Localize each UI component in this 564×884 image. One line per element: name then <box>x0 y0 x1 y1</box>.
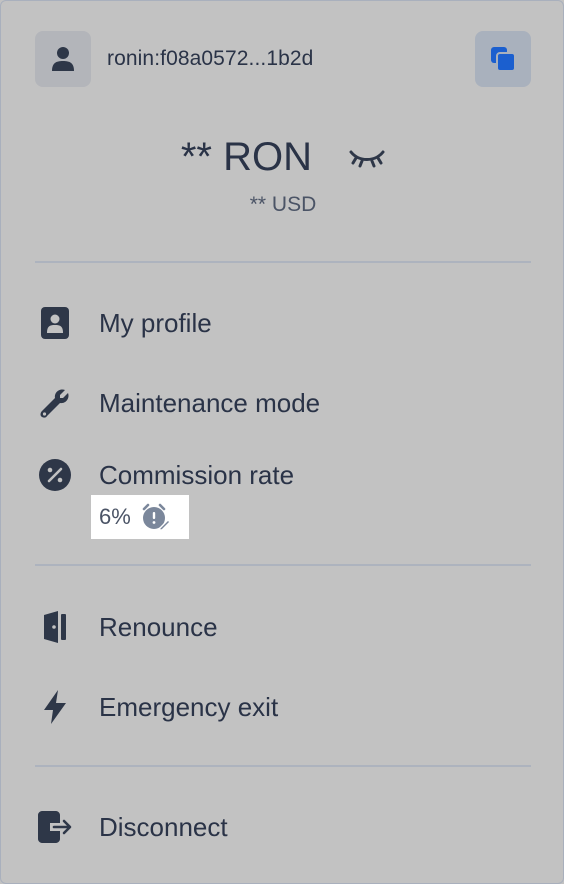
menu-item-disconnect[interactable]: Disconnect <box>35 799 531 855</box>
balance-amount: ** RON <box>180 135 312 180</box>
account-header: ronin:f08a0572...1b2d <box>35 31 531 87</box>
menu-item-label: Emergency exit <box>99 692 279 722</box>
alarm-edit-icon[interactable] <box>141 503 171 531</box>
wrench-icon <box>35 383 75 423</box>
percent-icon <box>35 455 75 495</box>
copy-address-button[interactable] <box>475 31 531 87</box>
lightning-icon <box>35 687 75 727</box>
menu-item-label: Renounce <box>99 612 218 642</box>
wallet-address: ronin:f08a0572...1b2d <box>107 47 314 70</box>
menu-item-label: Maintenance mode <box>99 388 321 418</box>
eye-closed-icon[interactable] <box>349 131 385 183</box>
wallet-panel: ronin:f08a0572...1b2d ** RON ** USD My p… <box>0 0 564 884</box>
menu-item-maintenance-mode[interactable]: Maintenance mode <box>35 375 531 431</box>
door-icon <box>35 607 75 647</box>
logout-icon <box>35 807 75 847</box>
menu-item-emergency-exit[interactable]: Emergency exit <box>35 679 531 735</box>
copy-icon <box>491 47 516 72</box>
menu-item-label: Disconnect <box>99 812 228 842</box>
menu-item-my-profile[interactable]: My profile <box>35 295 531 351</box>
user-icon <box>35 31 91 87</box>
commission-rate-value: 6% <box>91 495 189 539</box>
divider <box>35 261 531 263</box>
commission-rate-text: 6% <box>99 504 131 529</box>
divider <box>35 765 531 767</box>
divider <box>35 564 531 566</box>
menu-item-renounce[interactable]: Renounce <box>35 599 531 655</box>
usd-balance: ** USD <box>249 193 317 216</box>
id-badge-icon <box>35 303 75 343</box>
menu-item-label: My profile <box>99 308 212 338</box>
ron-balance: ** RON <box>1 129 564 181</box>
